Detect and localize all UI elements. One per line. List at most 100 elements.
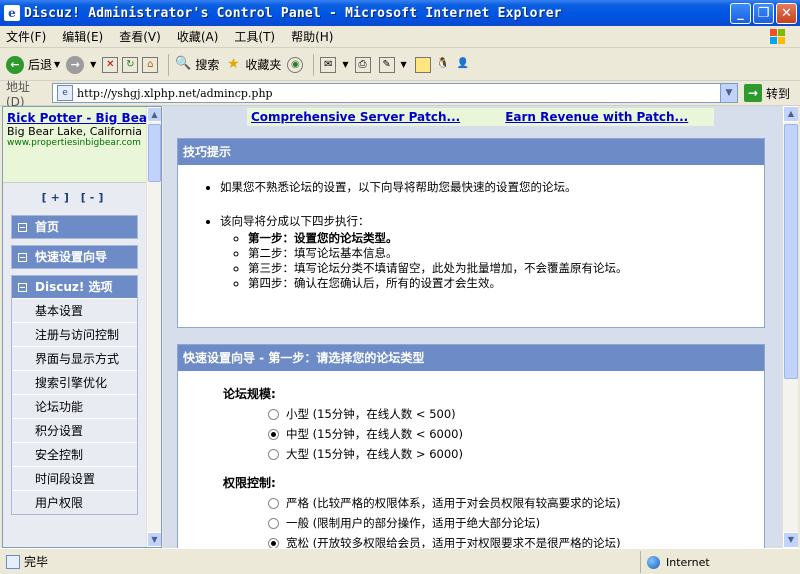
go-button[interactable]: → 转到 [744, 84, 790, 102]
perm-label: 权限控制: [223, 476, 276, 490]
back-label: 后退 [28, 58, 53, 72]
favorites-button[interactable]: ★ 收藏夹 [225, 56, 281, 73]
edit-dropdown-icon[interactable]: ▼ [401, 60, 407, 69]
radio-button[interactable] [268, 537, 279, 548]
sidebar-item-basic[interactable]: 基本设置 [12, 298, 137, 322]
toolbar-separator [168, 53, 170, 76]
forward-dropdown-icon[interactable]: ▼ [90, 60, 96, 69]
scroll-down-icon[interactable]: ▼ [783, 532, 798, 548]
step-4: 第四步：确认在您确认后，所有的设置才会生效。 [248, 276, 764, 291]
sidebar-item-timeperiod[interactable]: 时间段设置 [12, 466, 137, 490]
scale-option-large[interactable]: 大型 (15分钟，在线人数 > 6000) [268, 444, 764, 464]
page-icon: e [57, 85, 73, 101]
tips-bullet-1: 如果您不熟悉论坛的设置，以下向导将帮助您最快速的设置您的论坛。 [220, 179, 764, 195]
patch-link-1[interactable]: Comprehensive Server Patch... [251, 110, 460, 124]
nav-head-home[interactable]: 首页 [12, 216, 137, 238]
perm-option-loose[interactable]: 宽松 (开放较多权限给会员，适用于对权限要求不是很严格的论坛) [268, 533, 764, 548]
menu-help[interactable]: 帮助(H) [291, 28, 333, 45]
scroll-down-icon[interactable]: ▼ [147, 532, 161, 547]
notes-icon[interactable] [414, 56, 431, 73]
right-frame: Comprehensive Server Patch... Earn Reven… [163, 106, 798, 548]
qq-icon[interactable]: 🐧 [435, 57, 451, 73]
maximize-button[interactable]: ❐ [753, 3, 774, 24]
stop-icon[interactable]: ✕ [102, 56, 119, 73]
step-3: 第三步：填写论坛分类不填请留空，此处为批量增加，不会覆盖原有论坛。 [248, 261, 764, 276]
steps-list: 第一步：设置您的论坛类型。 第二步：填写论坛基本信息。 第三步：填写论坛分类不填… [208, 231, 764, 291]
go-label: 转到 [766, 86, 791, 101]
close-button[interactable]: ✕ [776, 3, 797, 24]
scroll-up-icon[interactable]: ▲ [147, 107, 161, 122]
option-label: 严格 (比较严格的权限体系，适用于对会员权限有较高要求的论坛) [286, 496, 621, 510]
nav-section-options: Discuz! 选项 基本设置 注册与访问控制 界面与显示方式 搜索引擎优化 论… [11, 275, 138, 515]
nav-head-options[interactable]: Discuz! 选项 [12, 276, 137, 298]
scroll-up-icon[interactable]: ▲ [783, 106, 798, 122]
forward-button[interactable]: → ▼ [66, 55, 96, 74]
nav-head-label: 首页 [35, 220, 60, 234]
sidebar-item-security[interactable]: 安全控制 [12, 442, 137, 466]
refresh-icon[interactable]: ↻ [122, 56, 139, 73]
option-label: 大型 (15分钟，在线人数 > 6000) [286, 447, 463, 461]
step-1: 第一步：设置您的论坛类型。 [248, 231, 764, 246]
perm-option-normal[interactable]: 一般 (限制用户的部分操作，适用于绝大部分论坛) [268, 513, 764, 533]
collapse-icon [18, 282, 27, 292]
mail-icon[interactable]: ✉ [320, 56, 337, 73]
sidebar-item-seo[interactable]: 搜索引擎优化 [12, 370, 137, 394]
page-done-icon [6, 554, 20, 569]
go-arrow-icon: → [744, 84, 762, 102]
scale-option-small[interactable]: 小型 (15分钟，在线人数 < 500) [268, 404, 764, 424]
radio-button[interactable] [268, 428, 279, 440]
back-dropdown-icon[interactable]: ▼ [54, 60, 60, 69]
radio-button[interactable] [268, 517, 279, 529]
right-scrollbar[interactable]: ▲ ▼ [782, 106, 798, 548]
expand-collapse-all[interactable]: [+] [-] [3, 183, 146, 209]
scroll-thumb[interactable] [148, 124, 161, 182]
mail-dropdown-icon[interactable]: ▼ [342, 60, 348, 69]
scale-label: 论坛规模: [223, 387, 276, 401]
messenger-icon[interactable]: 👤 [455, 57, 471, 73]
menu-view[interactable]: 查看(V) [119, 28, 161, 45]
left-scrollbar[interactable]: ▲ ▼ [146, 107, 161, 547]
sidebar-item-permissions[interactable]: 用户权限 [12, 490, 137, 514]
media-icon[interactable]: ◉ [287, 56, 304, 73]
nav-section-wizard[interactable]: 快速设置向导 [11, 245, 138, 269]
search-button[interactable]: 🔍 搜索 [175, 56, 219, 73]
edit-icon[interactable]: ✎ [378, 56, 395, 73]
home-icon[interactable]: ⌂ [142, 56, 159, 73]
menu-file[interactable]: 文件(F) [6, 28, 46, 45]
scale-option-medium[interactable]: 中型 (15分钟，在线人数 < 6000) [268, 424, 764, 444]
sidebar-ad[interactable]: Rick Potter - Big Bear Big Bear Lake, Ca… [3, 107, 146, 183]
back-arrow-icon: ← [6, 55, 24, 74]
sidebar-item-features[interactable]: 论坛功能 [12, 394, 137, 418]
sidebar-item-register[interactable]: 注册与访问控制 [12, 322, 137, 346]
tips-header: 技巧提示 [178, 139, 764, 165]
ad-url: www.propertiesinbigbear.com [7, 138, 141, 148]
menu-edit[interactable]: 编辑(E) [62, 28, 103, 45]
scroll-thumb[interactable] [784, 124, 798, 379]
patch-link-2[interactable]: Earn Revenue with Patch... [505, 110, 688, 124]
print-icon[interactable]: ⎙ [354, 56, 371, 73]
option-label: 宽松 (开放较多权限给会员，适用于对权限要求不是很严格的论坛) [286, 536, 621, 548]
status-text: 完毕 [24, 555, 49, 569]
search-icon: 🔍 [175, 55, 192, 71]
minimize-button[interactable]: _ [730, 3, 751, 24]
radio-button[interactable] [268, 408, 279, 420]
back-button[interactable]: ← 后退 ▼ [6, 55, 60, 74]
address-input[interactable]: e http://yshgj.xlphp.net/admincp.php ▼ [52, 83, 738, 103]
radio-button[interactable] [268, 448, 279, 460]
perm-option-strict[interactable]: 严格 (比较严格的权限体系，适用于对会员权限有较高要求的论坛) [268, 493, 764, 513]
search-label: 搜索 [195, 58, 220, 72]
security-zone: Internet [640, 551, 798, 573]
sidebar-item-display[interactable]: 界面与显示方式 [12, 346, 137, 370]
toolbar-separator [313, 53, 315, 76]
content-area: Comprehensive Server Patch... Earn Reven… [163, 106, 782, 548]
address-dropdown-icon[interactable]: ▼ [720, 84, 737, 102]
menu-tools[interactable]: 工具(T) [234, 28, 275, 45]
nav-head-wizard[interactable]: 快速设置向导 [12, 246, 137, 268]
nav-section-home[interactable]: 首页 [11, 215, 138, 239]
ad-title[interactable]: Rick Potter - Big Bear [7, 111, 146, 125]
menu-favorites[interactable]: 收藏(A) [177, 28, 219, 45]
radio-button[interactable] [268, 497, 279, 509]
address-url[interactable]: http://yshgj.xlphp.net/admincp.php [77, 87, 273, 100]
globe-icon [647, 555, 660, 569]
sidebar-item-credits[interactable]: 积分设置 [12, 418, 137, 442]
